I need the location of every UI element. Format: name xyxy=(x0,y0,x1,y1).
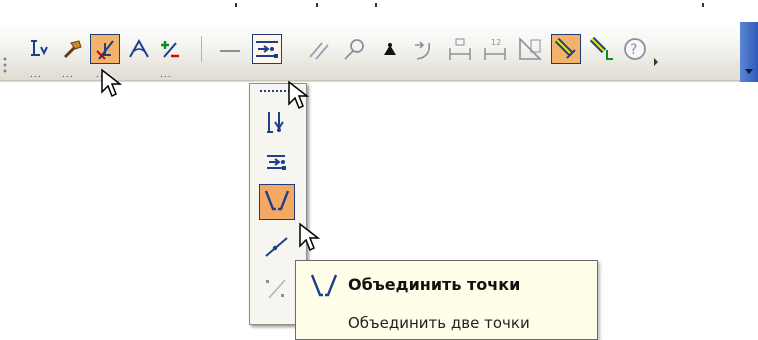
merge-points-group-icon xyxy=(256,41,278,58)
fix-point-icon xyxy=(384,43,396,55)
merge-points-icon xyxy=(264,190,290,211)
collinear-points-icon xyxy=(267,155,286,170)
tooltip-title: Объединить точки xyxy=(348,275,521,294)
dimension-arrow-icon xyxy=(415,41,431,60)
fix-point-button[interactable] xyxy=(375,34,405,64)
collinear-points-button[interactable] xyxy=(259,144,295,180)
dimension-arrow-button[interactable] xyxy=(408,34,438,64)
merge-points-group-button[interactable] xyxy=(252,34,282,64)
tangent-circle-button[interactable] xyxy=(340,34,370,64)
midpoint-icon xyxy=(266,279,286,299)
tooltip: Объединить точки Объединить две точки xyxy=(295,260,598,340)
mouse-cursor-icon xyxy=(299,222,321,252)
submenu-dots: ... xyxy=(160,70,172,80)
edit-point-icon xyxy=(31,40,48,56)
pencil-active-button[interactable] xyxy=(551,34,581,64)
mouse-cursor-icon xyxy=(101,68,123,98)
submenu-dots: ... xyxy=(62,70,74,80)
toolbar-separator xyxy=(201,36,202,62)
horizontal-dimension-icon xyxy=(449,38,471,60)
pencil-point-button[interactable] xyxy=(587,34,617,64)
midpoint-button[interactable] xyxy=(259,270,295,306)
hammer-button[interactable] xyxy=(58,34,88,64)
triangle-icon xyxy=(519,37,542,60)
submenu-dots: ... xyxy=(30,70,42,80)
chevron-down-icon xyxy=(745,69,753,74)
dimension-number-label: 12 xyxy=(491,38,501,47)
toolbar-more-arrow-icon[interactable] xyxy=(654,58,658,66)
angle-constraint-button[interactable] xyxy=(124,34,154,64)
numbered-dimension-icon: 12 xyxy=(484,38,506,60)
horizontal-dimension-button[interactable] xyxy=(445,34,475,64)
numbered-dimension-button[interactable]: 12 xyxy=(480,34,510,64)
merge-points-icon xyxy=(310,274,338,297)
edit-point-button[interactable] xyxy=(25,34,55,64)
toolbar-grip-icon[interactable] xyxy=(2,56,8,78)
add-remove-constraint-button[interactable] xyxy=(155,34,185,64)
point-on-line-icon xyxy=(265,237,288,257)
horizontal-line-icon xyxy=(220,50,240,52)
top-dots xyxy=(0,3,758,9)
svg-text:?: ? xyxy=(630,42,637,58)
merge-points-button[interactable] xyxy=(259,184,295,220)
horizontal-line-button[interactable] xyxy=(215,34,245,64)
perpendicular-constraint-button[interactable] xyxy=(90,34,120,64)
help-icon: ? xyxy=(624,38,646,60)
tangent-circle-icon xyxy=(344,39,364,60)
help-button[interactable]: ? xyxy=(620,34,650,64)
parallel-lines-icon xyxy=(309,42,329,60)
point-on-curve-icon xyxy=(267,112,284,133)
mouse-cursor-icon xyxy=(288,80,310,110)
tooltip-description: Объединить две точки xyxy=(348,314,530,332)
hammer-icon xyxy=(63,40,82,59)
perpendicular-constraint-icon xyxy=(96,40,114,60)
triangle-button[interactable] xyxy=(515,34,545,64)
toolbar-chevron-button[interactable] xyxy=(740,22,758,82)
pencil-point-icon xyxy=(589,36,613,60)
add-remove-constraint-icon xyxy=(161,41,179,58)
pencil-active-icon xyxy=(554,37,576,59)
angle-constraint-icon xyxy=(129,38,149,58)
point-on-line-button[interactable] xyxy=(259,228,295,264)
parallel-lines-button[interactable] xyxy=(305,34,335,64)
